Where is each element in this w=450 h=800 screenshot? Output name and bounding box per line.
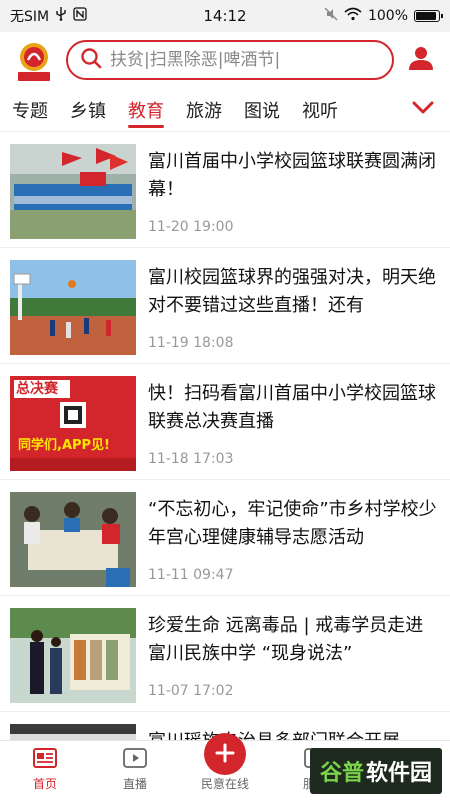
status-bar: 无SIM 14:12 100% xyxy=(0,0,450,32)
category-tabs: 专题 乡镇 教育 旅游 图说 视听 xyxy=(0,88,450,132)
news-title: 富川瑶族自治县多部门联合开展 xyxy=(148,728,440,740)
news-item[interactable]: 总决赛 同学们,APP见! 快！扫码看富川首届中小学校园篮球联赛总决赛直播 11… xyxy=(0,364,450,480)
play-icon xyxy=(123,748,147,771)
nav-live-label: 直播 xyxy=(122,777,147,791)
poster-slogan: 同学们,APP见! xyxy=(18,438,110,453)
plus-button[interactable] xyxy=(204,733,246,775)
usb-icon xyxy=(55,7,67,25)
home-news-icon xyxy=(33,748,57,771)
site-watermark: 谷普 软件园 xyxy=(310,748,442,794)
watermark-part2: 软件园 xyxy=(366,761,433,786)
news-time: 11-11 09:47 xyxy=(148,567,234,583)
news-time: 11-18 17:03 xyxy=(148,451,234,467)
bottom-nav: 首页 直播 民意在线 服务 我的 谷普软件园 xyxy=(0,733,450,800)
news-item[interactable]: 珍爱生命 远离毒品 | 戒毒学员走进富川民族中学 “现身说法” 11-07 17… xyxy=(0,596,450,712)
news-time: 11-20 19:00 xyxy=(148,219,234,235)
nav-opinion[interactable]: 民意在线 xyxy=(180,733,270,800)
tab-tourism[interactable]: 旅游 xyxy=(175,88,233,132)
news-thumbnail xyxy=(10,608,136,703)
carrier-label: 无SIM xyxy=(10,9,50,25)
tab-towns[interactable]: 乡镇 xyxy=(59,88,117,132)
wifi-icon xyxy=(344,7,362,25)
mute-icon xyxy=(324,7,338,25)
news-thumbnail: 总决赛 同学们,APP见! xyxy=(10,376,136,471)
tabs-expand-button[interactable] xyxy=(408,88,438,132)
header xyxy=(0,32,450,88)
news-item[interactable]: 富川首届中小学校园篮球联赛圆满闭幕！ 11-20 19:00 xyxy=(0,132,450,248)
news-list: 富川首届中小学校园篮球联赛圆满闭幕！ 11-20 19:00 富川校园篮球界的强… xyxy=(0,132,450,740)
tab-video[interactable]: 视听 xyxy=(291,88,349,132)
news-title: “不忘初心，牢记使命”市乡村学校少年宫心理健康辅导志愿活动 xyxy=(148,499,437,548)
battery-icon xyxy=(414,10,443,22)
tab-special[interactable]: 专题 xyxy=(12,88,59,132)
search-bar[interactable] xyxy=(66,40,394,80)
nfc-icon xyxy=(73,7,87,25)
news-thumbnail xyxy=(10,492,136,587)
news-title: 富川校园篮球界的强强对决，明天绝对不要错过这些直播！还有 xyxy=(148,267,436,316)
user-icon xyxy=(408,45,434,75)
battery-percent: 100% xyxy=(367,8,408,24)
app-logo xyxy=(12,38,56,82)
search-icon xyxy=(80,47,102,73)
nav-home-label: 首页 xyxy=(32,777,57,791)
battery-fill xyxy=(416,12,436,20)
nav-live[interactable]: 直播 xyxy=(90,741,180,800)
user-profile-button[interactable] xyxy=(404,43,438,77)
tab-photos[interactable]: 图说 xyxy=(233,88,291,132)
watermark-part1: 谷普 xyxy=(319,761,364,786)
news-time: 11-19 18:08 xyxy=(148,335,234,351)
plus-icon xyxy=(215,743,235,766)
news-item[interactable]: 富川校园篮球界的强强对决，明天绝对不要错过这些直播！还有 11-19 18:08 xyxy=(0,248,450,364)
nav-opinion-label: 民意在线 xyxy=(200,777,249,791)
tab-education[interactable]: 教育 xyxy=(117,88,175,132)
news-item[interactable]: “不忘初心，牢记使命”市乡村学校少年宫心理健康辅导志愿活动 11-11 09:4… xyxy=(0,480,450,596)
news-title: 富川首届中小学校园篮球联赛圆满闭幕！ xyxy=(148,151,436,200)
news-thumbnail xyxy=(10,144,136,239)
chevron-down-icon xyxy=(412,100,434,119)
news-time: 11-07 17:02 xyxy=(148,683,234,699)
news-title: 快！扫码看富川首届中小学校园篮球联赛总决赛直播 xyxy=(148,383,436,432)
news-title: 珍爱生命 远离毒品 | 戒毒学员走进富川民族中学 “现身说法” xyxy=(148,615,424,664)
news-thumbnail xyxy=(10,260,136,355)
poster-title: 总决赛 xyxy=(16,381,58,397)
news-thumbnail xyxy=(10,724,136,740)
nav-home[interactable]: 首页 xyxy=(0,741,90,800)
search-input[interactable] xyxy=(110,50,380,70)
